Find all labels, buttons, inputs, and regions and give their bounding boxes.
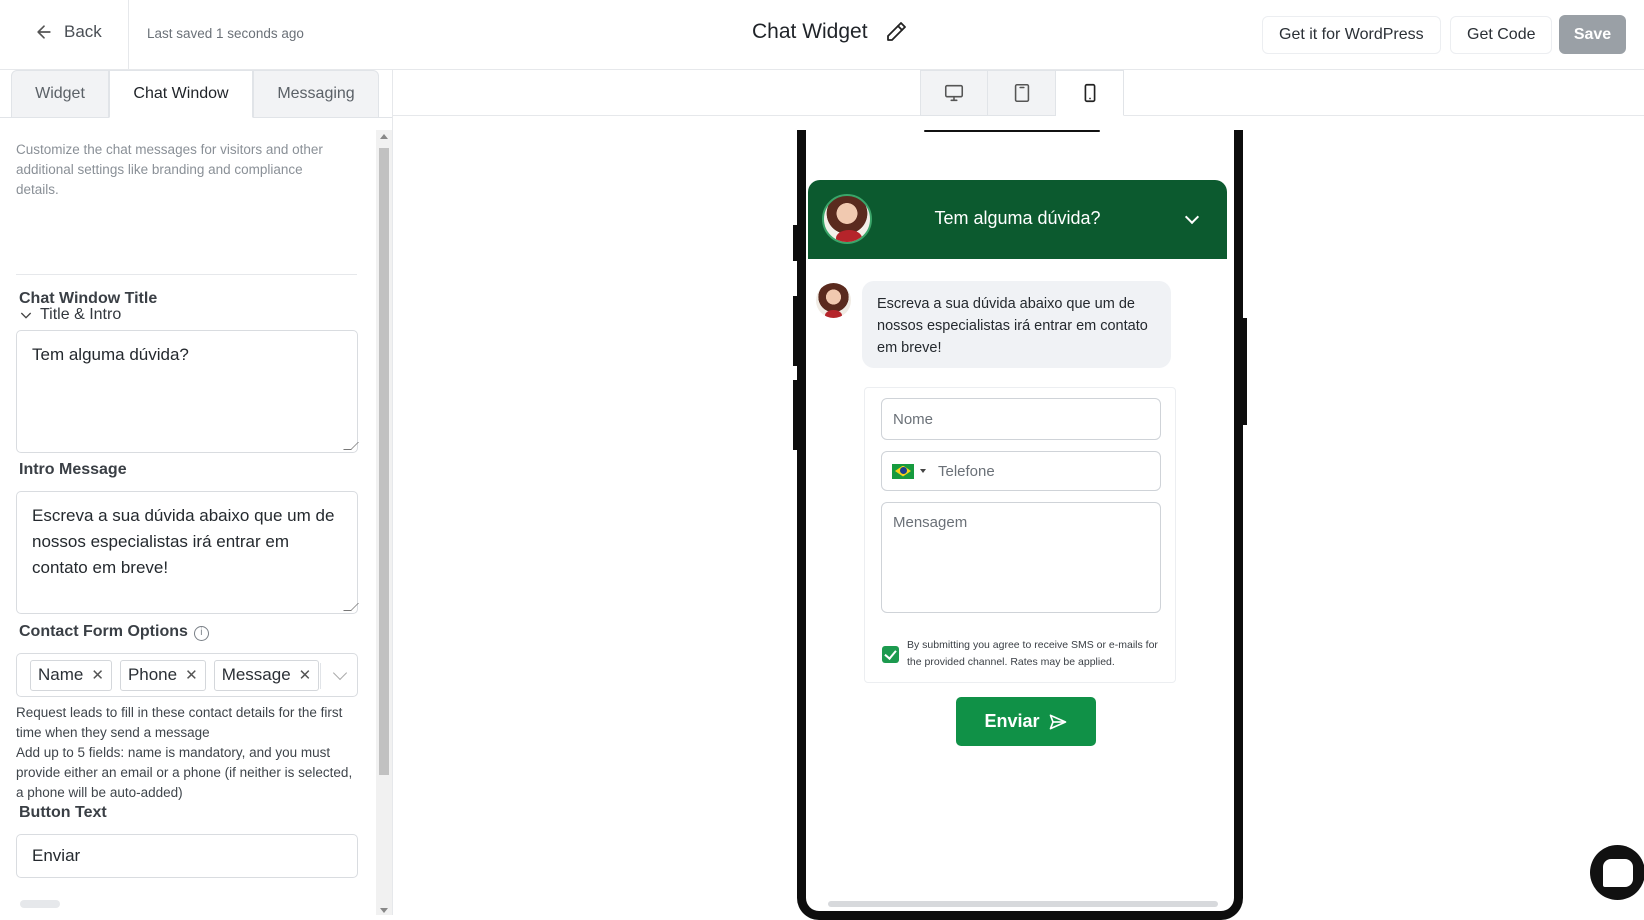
tag-label: Phone bbox=[127, 665, 178, 684]
settings-tabs: Widget Chat Window Messaging bbox=[11, 70, 379, 118]
scroll-up-arrow-icon[interactable] bbox=[380, 134, 388, 139]
scroll-down-arrow-icon[interactable] bbox=[380, 908, 388, 913]
name-input[interactable]: Nome bbox=[881, 398, 1161, 440]
tag-phone: Phone ✕ bbox=[119, 659, 206, 691]
caret-down-icon[interactable] bbox=[920, 469, 926, 473]
resize-handle[interactable] bbox=[343, 442, 359, 450]
help-line-1: Request leads to fill in these contact d… bbox=[16, 705, 343, 740]
info-icon[interactable]: i bbox=[193, 626, 209, 641]
panel-scrollbar[interactable] bbox=[376, 130, 392, 915]
pencil-icon[interactable] bbox=[884, 20, 908, 44]
phone-notch bbox=[924, 130, 1100, 132]
send-button[interactable]: Enviar bbox=[956, 697, 1096, 746]
intro-message-bubble: Escreva a sua dúvida abaixo que um de no… bbox=[862, 281, 1171, 368]
phone-placeholder: Telefone bbox=[938, 462, 995, 480]
button-text-label: Button Text bbox=[19, 804, 107, 821]
tab-chat-window[interactable]: Chat Window bbox=[109, 70, 253, 118]
last-saved-status: Last saved 1 seconds ago bbox=[147, 26, 304, 41]
title-group: Chat Widget bbox=[752, 20, 908, 44]
device-mobile-button[interactable] bbox=[1056, 70, 1124, 116]
message-placeholder: Mensagem bbox=[893, 514, 968, 531]
intro-message-label: Intro Message bbox=[19, 461, 127, 478]
chat-window-title-value: Tem alguma dúvida? bbox=[32, 345, 189, 364]
section-title-intro[interactable]: Title & Intro bbox=[18, 306, 121, 324]
get-code-button[interactable]: Get Code bbox=[1450, 16, 1553, 54]
resize-handle[interactable] bbox=[343, 603, 359, 611]
monitor-icon bbox=[944, 84, 964, 102]
intro-message-field[interactable]: Escreva a sua dúvida abaixo que um de no… bbox=[16, 491, 359, 614]
divider bbox=[16, 274, 357, 275]
chat-window-title-label: Chat Window Title bbox=[19, 290, 158, 307]
chat-launcher-button[interactable] bbox=[1590, 845, 1644, 900]
avatar bbox=[816, 283, 851, 318]
page-title: Chat Widget bbox=[752, 20, 868, 43]
close-icon[interactable]: ✕ bbox=[185, 666, 198, 684]
arrow-left-icon bbox=[37, 25, 51, 39]
scrollbar-thumb[interactable] bbox=[379, 148, 389, 775]
back-button[interactable]: Back bbox=[34, 22, 102, 42]
chevron-down-icon bbox=[20, 312, 32, 319]
button-text-input[interactable]: Enviar bbox=[16, 834, 358, 878]
phone-side-button bbox=[1241, 318, 1247, 425]
divider bbox=[320, 663, 321, 689]
tag-name: Name ✕ bbox=[30, 659, 112, 691]
section-label: Title & Intro bbox=[40, 306, 122, 323]
phone-side-button bbox=[793, 380, 799, 450]
phone-side-button bbox=[793, 225, 799, 261]
consent-checkbox[interactable] bbox=[882, 646, 899, 663]
intro-message-value: Escreva a sua dúvida abaixo que um de no… bbox=[32, 506, 335, 577]
consent-text: By submitting you agree to receive SMS o… bbox=[907, 639, 1158, 668]
divider bbox=[128, 0, 129, 70]
send-icon bbox=[1049, 714, 1066, 729]
brazil-flag-icon[interactable] bbox=[892, 463, 914, 479]
toggle-switch[interactable] bbox=[20, 900, 60, 908]
send-button-label: Enviar bbox=[984, 711, 1040, 731]
chat-header-title: Tem alguma dúvida? bbox=[934, 208, 1101, 228]
chat-header: Tem alguma dúvida? bbox=[808, 180, 1227, 259]
chevron-down-icon[interactable] bbox=[332, 665, 348, 681]
save-button[interactable]: Save bbox=[1559, 15, 1626, 54]
contact-form-options-text: Contact Form Options bbox=[19, 623, 188, 640]
chat-bubble-icon bbox=[1602, 858, 1633, 887]
help-line-2: Add up to 5 fields: name is mandatory, a… bbox=[16, 745, 353, 800]
tablet-icon bbox=[1014, 83, 1029, 103]
panel-description: Customize the chat messages for visitors… bbox=[16, 142, 323, 197]
close-icon[interactable]: ✕ bbox=[91, 666, 104, 684]
tag-label: Message bbox=[221, 665, 291, 684]
device-tablet-button[interactable] bbox=[988, 70, 1056, 116]
contact-form-help: Request leads to fill in these contact d… bbox=[16, 703, 356, 803]
phone-input[interactable]: Telefone bbox=[881, 451, 1161, 491]
get-wordpress-button[interactable]: Get it for WordPress bbox=[1262, 16, 1441, 54]
top-bar: Back Last saved 1 seconds ago Chat Widge… bbox=[0, 0, 1644, 70]
device-switcher bbox=[920, 70, 1124, 116]
message-input[interactable]: Mensagem bbox=[881, 502, 1161, 613]
device-switcher-bar bbox=[393, 70, 1644, 116]
phone-home-indicator bbox=[828, 901, 1218, 907]
tag-label: Name bbox=[38, 665, 84, 684]
close-icon[interactable]: ✕ bbox=[299, 666, 312, 684]
tag-message: Message ✕ bbox=[213, 659, 320, 691]
contact-form-options-select[interactable]: Name ✕ Phone ✕ Message ✕ bbox=[16, 653, 358, 697]
contact-form: Nome Telefone Mensagem By submitting you… bbox=[864, 387, 1176, 683]
name-placeholder: Nome bbox=[893, 410, 934, 428]
smartphone-icon bbox=[1084, 83, 1095, 103]
tab-messaging[interactable]: Messaging bbox=[253, 70, 379, 118]
back-label: Back bbox=[64, 22, 102, 41]
contact-form-options-label: Contact Form Options i bbox=[19, 623, 209, 641]
device-desktop-button[interactable] bbox=[920, 70, 988, 116]
tab-widget[interactable]: Widget bbox=[11, 70, 109, 118]
chat-window-title-field[interactable]: Tem alguma dúvida? bbox=[16, 330, 359, 453]
phone-side-button bbox=[793, 296, 799, 366]
button-text-value: Enviar bbox=[32, 846, 81, 865]
